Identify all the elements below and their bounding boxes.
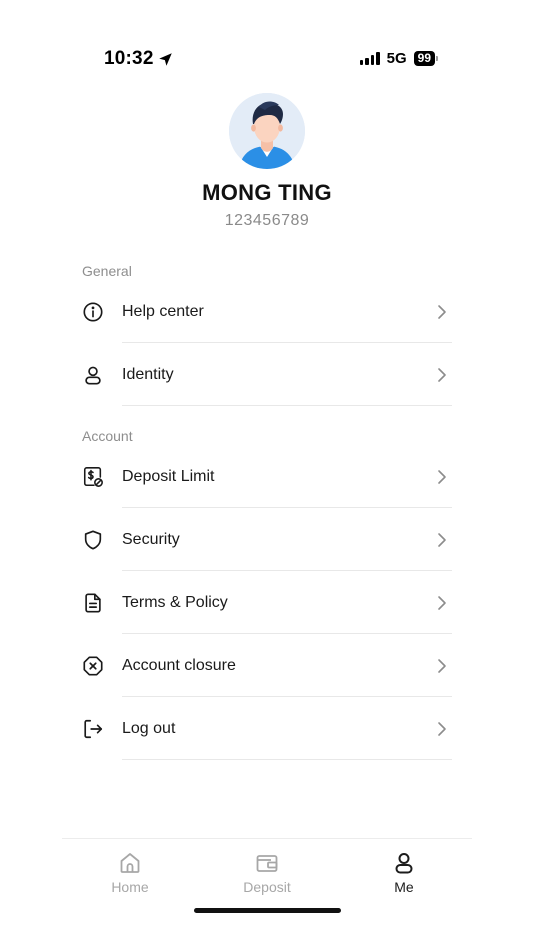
menu-item-terms-policy[interactable]: Terms & Policy [82, 571, 452, 634]
avatar-illustration-icon [229, 93, 305, 169]
time-text: 10:32 [104, 48, 154, 69]
avatar[interactable] [229, 93, 305, 169]
menu-item-label: Account closure [122, 656, 236, 674]
menu-item-label: Deposit Limit [122, 467, 215, 485]
network-type: 5G [386, 50, 407, 67]
battery-level: 99 [413, 51, 435, 66]
divider [122, 405, 452, 406]
menu-item-help-center[interactable]: Help center [82, 280, 452, 343]
menu-item-log-out[interactable]: Log out [82, 697, 452, 760]
user-icon [82, 364, 104, 386]
close-octagon-icon [82, 655, 104, 677]
profile-name: MONG TING [202, 180, 332, 205]
status-bar: 10:32 5G 99 [0, 0, 534, 100]
menu-item-label: Terms & Policy [122, 593, 228, 611]
tab-deposit[interactable]: Deposit [217, 849, 317, 895]
user-icon [392, 849, 416, 877]
tab-label: Home [111, 879, 149, 895]
chevron-right-icon [436, 595, 448, 611]
section-label-general: General [82, 263, 132, 279]
battery-icon: 99 [413, 51, 438, 66]
tab-label: Me [394, 879, 414, 895]
info-circle-icon [82, 301, 104, 323]
chevron-right-icon [436, 367, 448, 383]
tab-label: Deposit [243, 879, 291, 895]
status-indicators: 5G 99 [359, 50, 438, 67]
menu-item-label: Security [122, 530, 180, 548]
cellular-signal-icon [359, 52, 380, 65]
logout-icon [82, 718, 104, 740]
location-arrow-icon [158, 52, 172, 66]
chevron-right-icon [436, 721, 448, 737]
chevron-right-icon [436, 304, 448, 320]
chevron-right-icon [436, 469, 448, 485]
menu-item-security[interactable]: Security [82, 508, 452, 571]
document-icon [82, 592, 104, 614]
section-label-account: Account [82, 428, 133, 444]
chevron-right-icon [436, 658, 448, 674]
tab-home[interactable]: Home [80, 849, 180, 895]
divider [122, 759, 452, 760]
clock: 10:32 [104, 48, 173, 70]
menu-item-identity[interactable]: Identity [82, 343, 452, 406]
menu-item-label: Identity [122, 365, 174, 383]
chevron-right-icon [436, 532, 448, 548]
menu-item-label: Help center [122, 302, 204, 320]
wallet-icon [255, 849, 279, 877]
shield-icon [82, 529, 104, 551]
home-icon [118, 849, 142, 877]
profile-id: 123456789 [224, 212, 310, 229]
menu-item-label: Log out [122, 719, 176, 737]
menu-item-deposit-limit[interactable]: Deposit Limit [82, 445, 452, 508]
tab-me[interactable]: Me [354, 849, 454, 895]
home-indicator[interactable] [194, 908, 341, 913]
bottom-tab-bar: Home Deposit Me [62, 838, 472, 950]
menu-item-account-closure[interactable]: Account closure [82, 634, 452, 697]
dollar-doc-limit-icon [82, 466, 104, 488]
